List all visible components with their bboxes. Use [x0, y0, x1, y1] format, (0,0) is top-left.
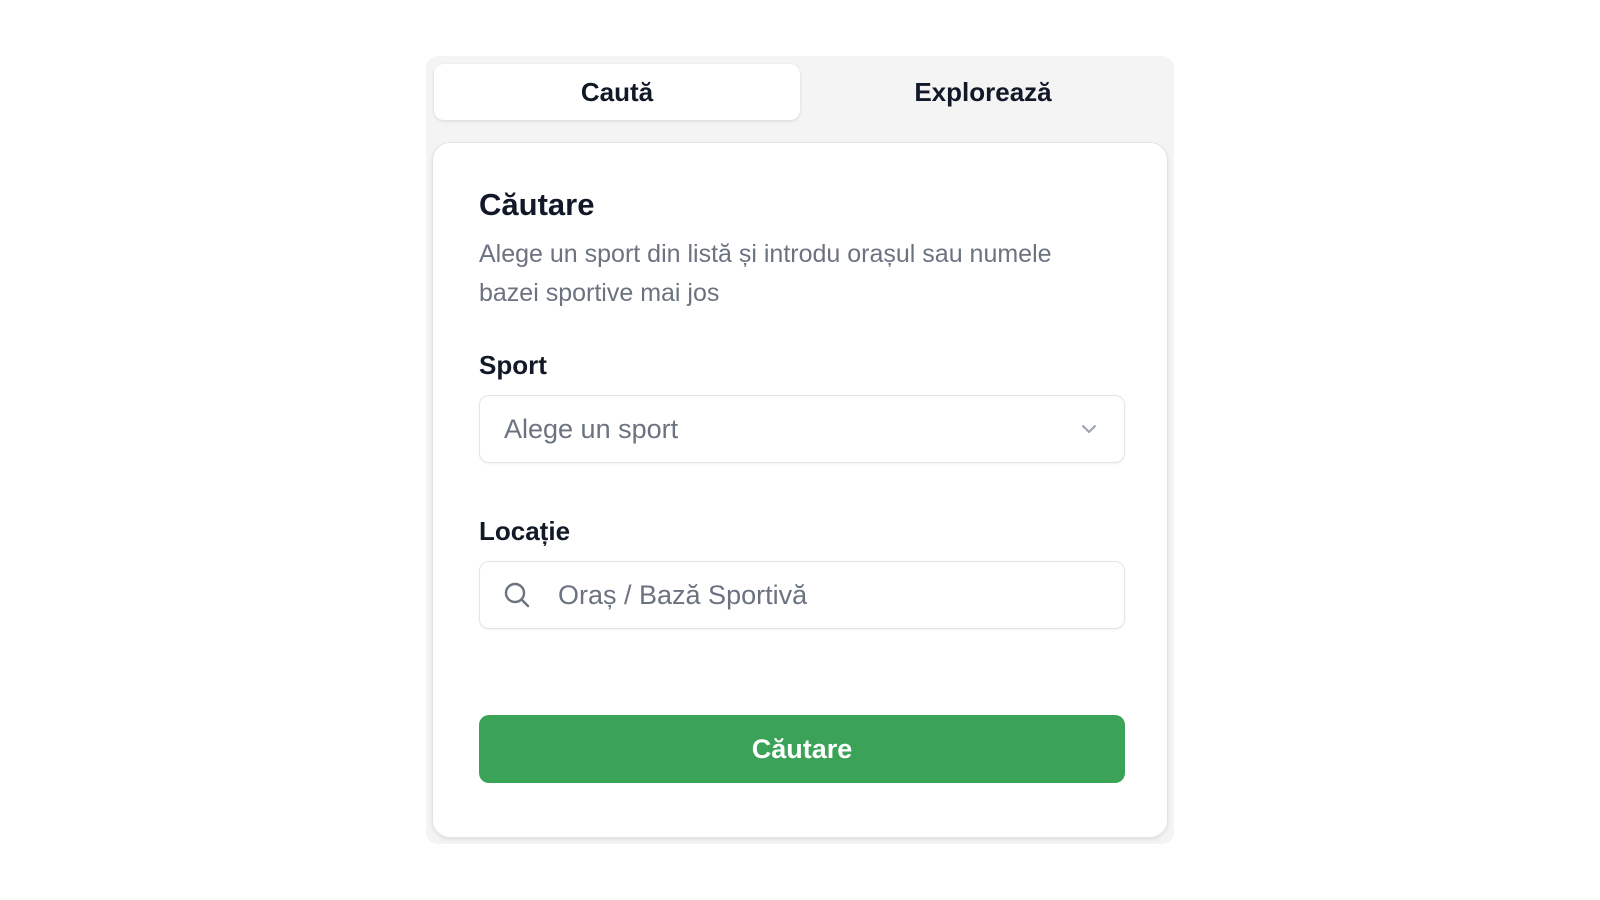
search-card: Căutare Alege un sport din listă și intr… [432, 142, 1168, 838]
chevron-down-icon [1078, 418, 1100, 440]
sport-label: Sport [479, 350, 547, 380]
sport-select[interactable]: Alege un sport [479, 395, 1125, 463]
location-search-input[interactable] [558, 579, 1098, 611]
location-label: Locație [479, 516, 571, 546]
tab-bar: Caută Explorează [434, 64, 1166, 120]
card-title: Căutare [479, 187, 595, 222]
search-panel: Caută Explorează Căutare Alege un sport … [426, 56, 1174, 844]
sport-select-placeholder: Alege un sport [504, 413, 679, 444]
card-description: Alege un sport din listă și introdu oraș… [479, 240, 1052, 307]
search-submit-button[interactable]: Căutare [479, 715, 1125, 783]
search-icon [502, 580, 532, 610]
tab-exploreaza[interactable]: Explorează [800, 64, 1166, 120]
tab-cauta[interactable]: Caută [434, 64, 800, 120]
location-search-field[interactable] [479, 561, 1125, 629]
